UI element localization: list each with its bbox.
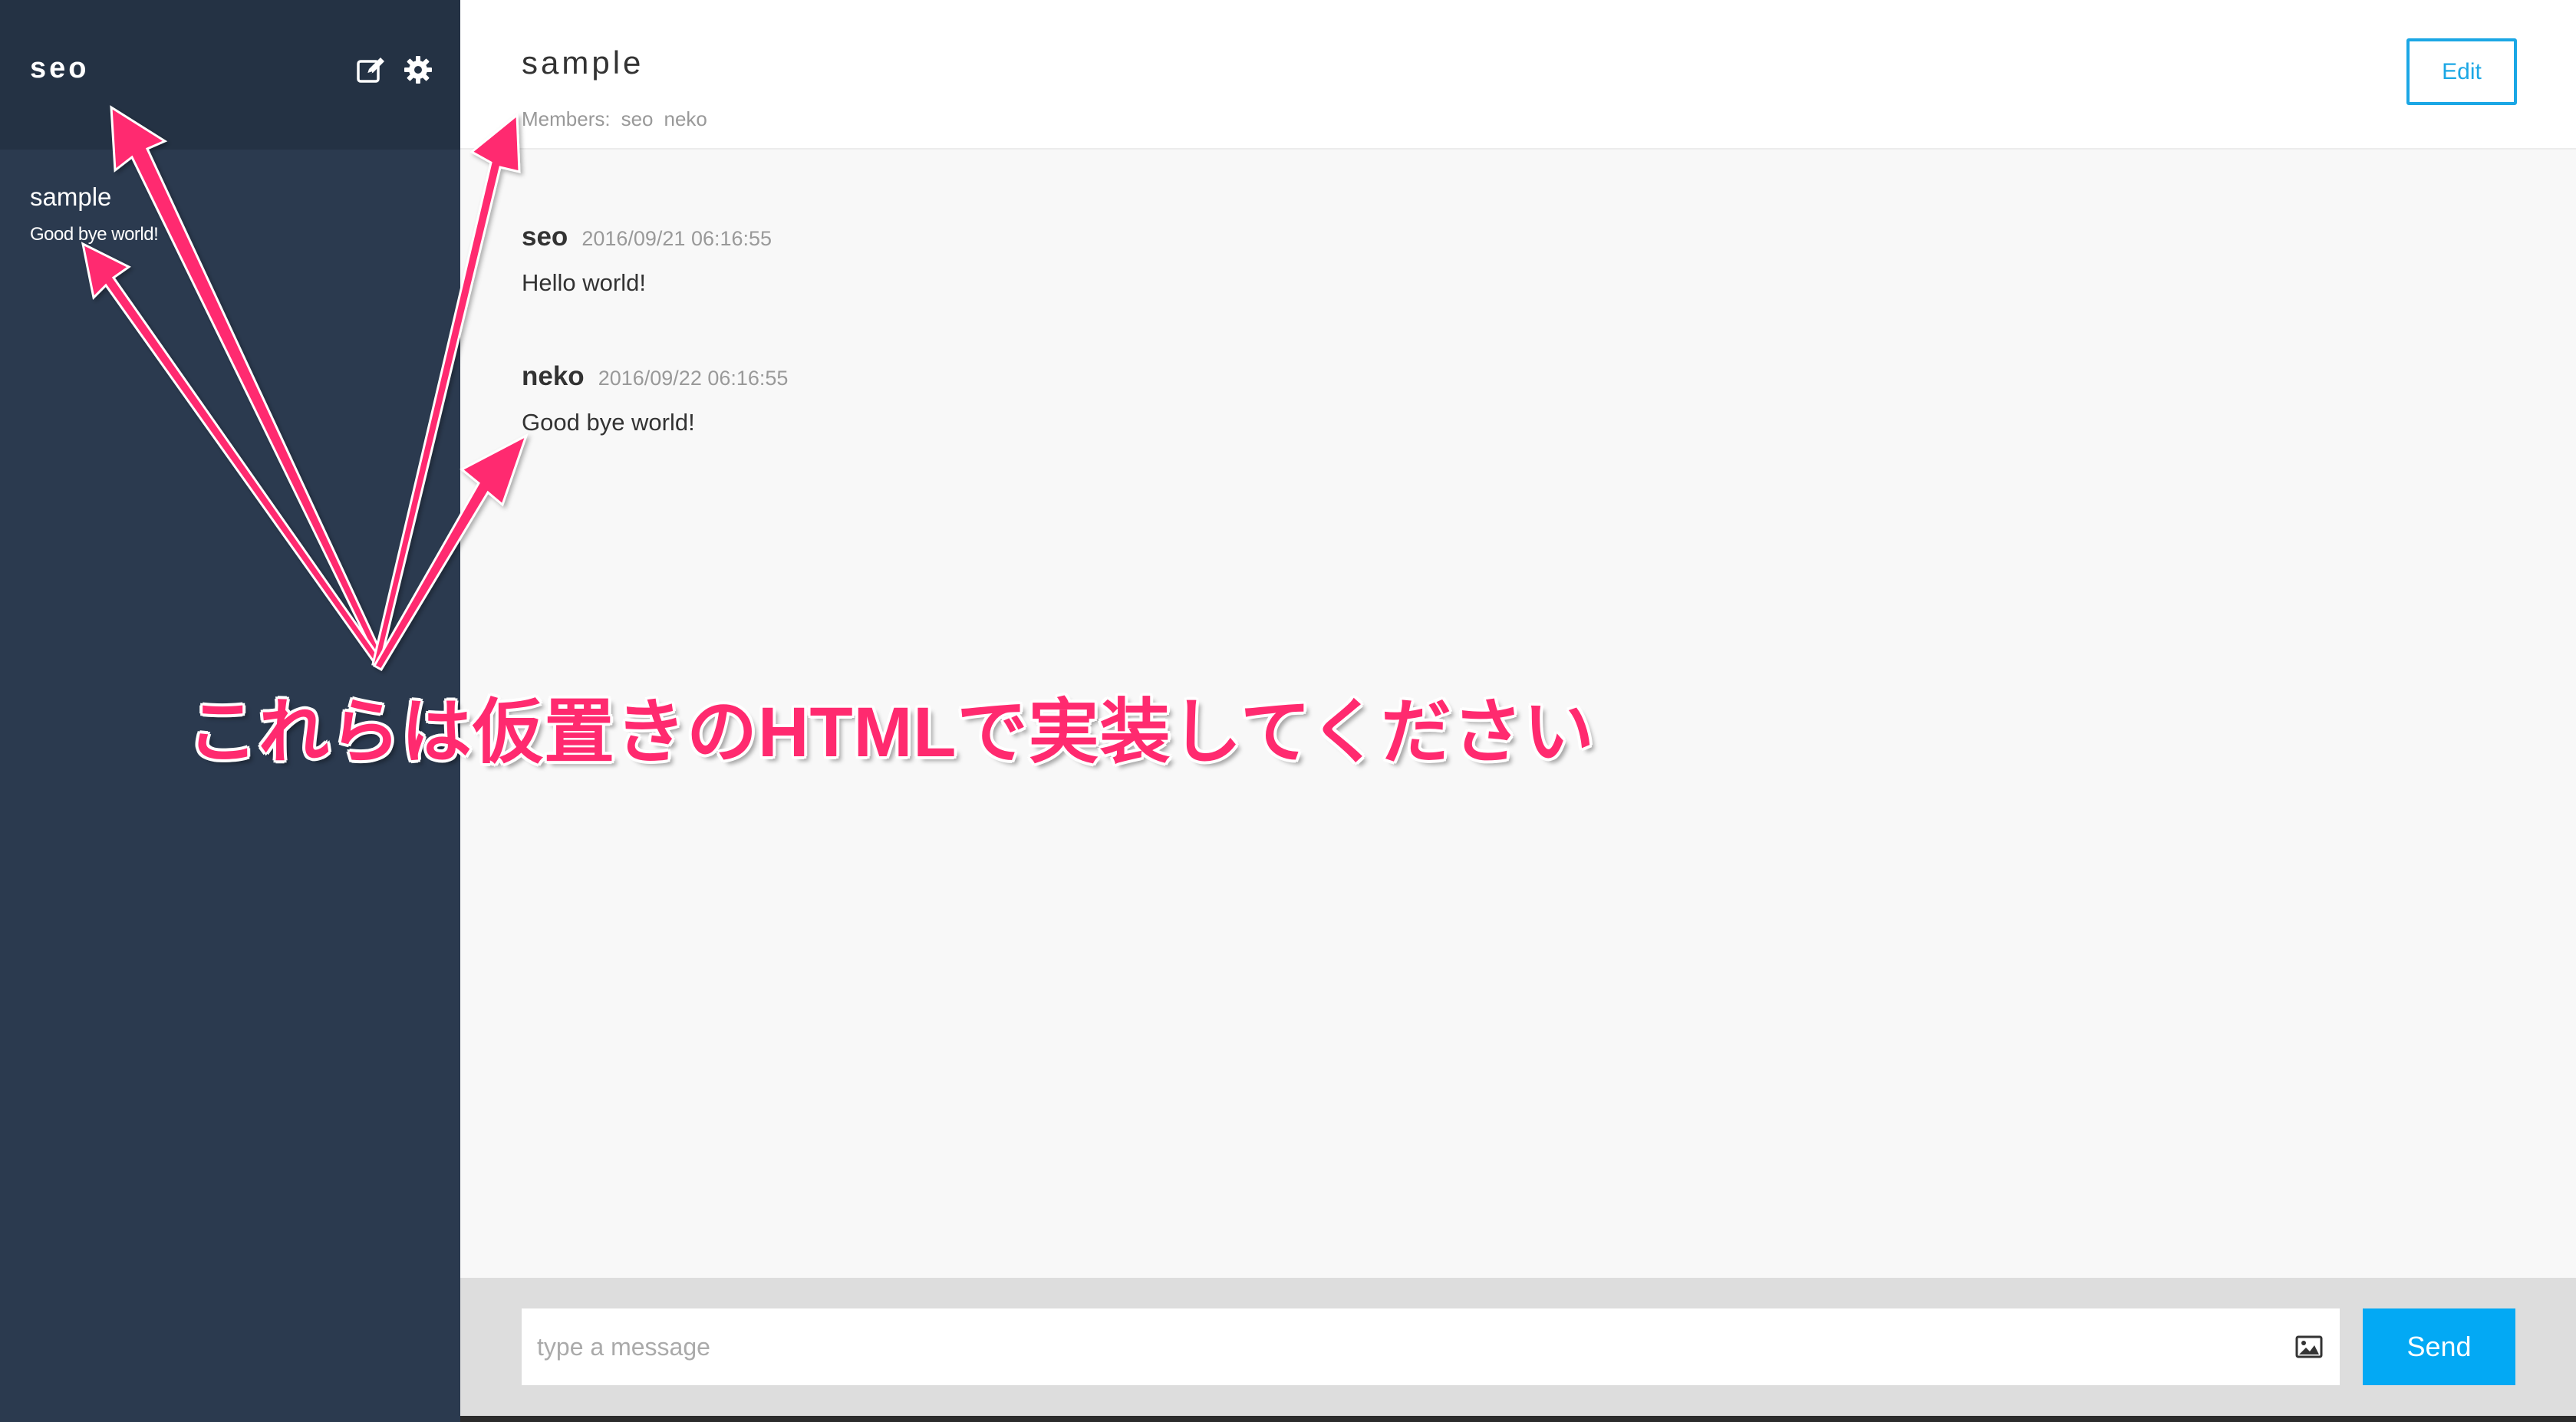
room-list-item-last-message: Good bye world! bbox=[30, 224, 159, 245]
sidebar-header: seo bbox=[0, 0, 460, 150]
edit-room-button[interactable]: Edit bbox=[2406, 38, 2517, 105]
message-timestamp: 2016/09/21 06:16:55 bbox=[581, 227, 772, 250]
member-name: seo bbox=[621, 107, 654, 130]
message-item: seo 2016/09/21 06:16:55 Hello world! bbox=[522, 222, 2516, 297]
room-members: Members: seo neko bbox=[522, 107, 707, 131]
message-input-wrapper bbox=[522, 1308, 2340, 1385]
message-composer: Send bbox=[460, 1278, 2576, 1422]
room-list-item[interactable]: sample Good bye world! bbox=[0, 173, 460, 257]
chat-app: seo sample Good bye world! sample Member… bbox=[0, 0, 2576, 1422]
message-text: Hello world! bbox=[522, 269, 646, 296]
current-user-name: seo bbox=[30, 52, 90, 84]
window-bottom-edge bbox=[460, 1416, 2576, 1422]
room-header: sample Members: seo neko Edit bbox=[460, 0, 2576, 150]
sidebar-actions bbox=[356, 55, 433, 84]
message-timestamp: 2016/09/22 06:16:55 bbox=[598, 367, 789, 390]
message-author: seo bbox=[522, 222, 568, 252]
message-text: Good bye world! bbox=[522, 409, 695, 436]
member-name: neko bbox=[664, 107, 707, 130]
message-item: neko 2016/09/22 06:16:55 Good bye world! bbox=[522, 361, 2516, 436]
send-button[interactable]: Send bbox=[2363, 1308, 2515, 1385]
message-author: neko bbox=[522, 361, 585, 391]
members-label: Members: bbox=[522, 107, 611, 130]
gear-icon[interactable] bbox=[404, 55, 433, 84]
chat-main: sample Members: seo neko Edit seo 2016/09/2… bbox=[460, 0, 2576, 1422]
room-list-item-name: sample bbox=[30, 183, 112, 211]
room-title: sample bbox=[522, 44, 644, 81]
compose-icon[interactable] bbox=[356, 55, 387, 84]
sidebar: seo sample Good bye world! bbox=[0, 0, 460, 1422]
message-input[interactable] bbox=[522, 1308, 2278, 1385]
image-icon[interactable] bbox=[2295, 1335, 2323, 1359]
